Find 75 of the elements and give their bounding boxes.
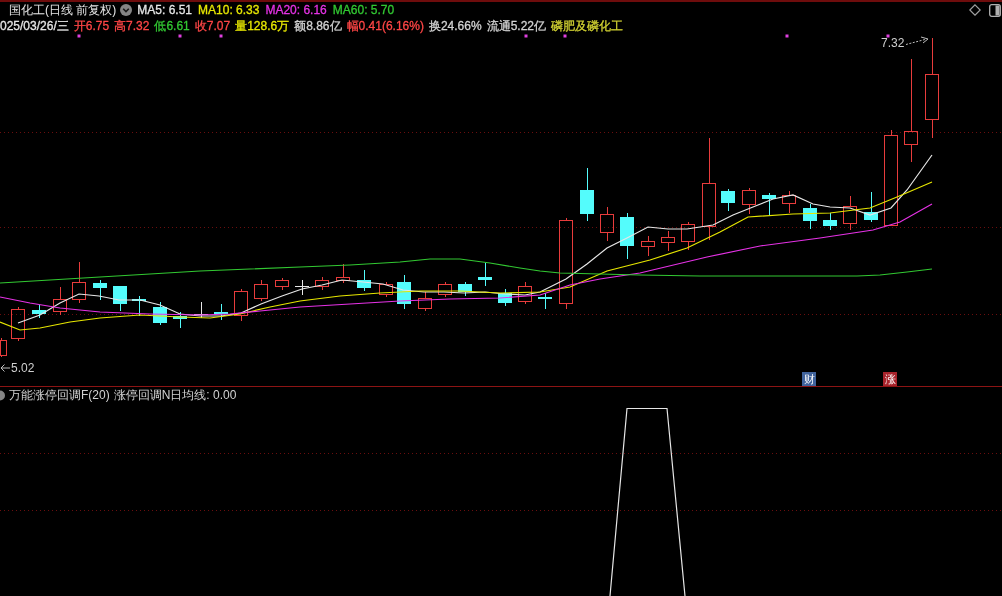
candlestick xyxy=(294,279,310,296)
quote-field: 换24.66% xyxy=(428,18,482,34)
event-marker-icon xyxy=(785,34,789,38)
candlestick xyxy=(93,279,107,301)
candlestick xyxy=(620,212,634,260)
candlestick xyxy=(254,279,268,302)
dropdown-icon[interactable] xyxy=(120,4,133,16)
sidebar-toggle-icon[interactable] xyxy=(989,3,1001,17)
moving-average-value: MA5: 6.51 xyxy=(137,2,193,18)
candlestick xyxy=(580,167,594,222)
candlestick xyxy=(11,306,25,342)
candlestick xyxy=(538,292,552,310)
candlestick xyxy=(214,303,228,321)
candlestick xyxy=(843,195,857,231)
candlestick xyxy=(438,281,452,298)
candlestick xyxy=(234,288,248,322)
candlestick xyxy=(762,192,776,216)
candlestick xyxy=(498,288,512,307)
quote-field: 量128.6万 xyxy=(235,18,290,34)
diamond-icon[interactable] xyxy=(969,4,981,16)
low-price-label: 5.02 xyxy=(11,362,35,375)
candlestick xyxy=(72,261,86,304)
candlestick xyxy=(864,191,878,223)
candlestick xyxy=(661,230,675,252)
candlestick xyxy=(742,187,756,215)
event-badge[interactable]: 涨 xyxy=(883,372,897,386)
candlestick xyxy=(275,277,289,291)
event-marker-icon xyxy=(524,34,528,38)
quote-field: 高7.32 xyxy=(114,18,150,34)
indicator-name: 万能涨停回调F(20) xyxy=(9,387,110,404)
candlestick xyxy=(782,190,796,214)
quote-field: 开6.75 xyxy=(73,18,110,34)
quote-field: 收7.07 xyxy=(194,18,231,34)
dropdown-icon[interactable] xyxy=(0,390,5,401)
moving-average-value: MA10: 6.33 xyxy=(198,2,260,18)
candlestick xyxy=(518,281,532,305)
candlestick xyxy=(823,212,837,231)
candlestick xyxy=(53,286,67,316)
quote-field: 幅0.41(6.16%) xyxy=(346,18,424,34)
candlestick xyxy=(336,263,350,284)
candlestick xyxy=(418,291,432,312)
event-marker-icon xyxy=(77,34,81,38)
candlestick xyxy=(681,221,695,251)
event-marker-icon xyxy=(178,34,182,38)
stock-title: 国化工(日线 前复权) xyxy=(8,2,117,18)
candlestick xyxy=(32,304,46,319)
quote-field: 磷肥及磷化工 xyxy=(551,18,623,34)
candlestick xyxy=(397,274,411,310)
quote-field: 025/03/26/三 xyxy=(0,18,69,34)
candlestick xyxy=(478,262,492,287)
candlestick xyxy=(379,281,393,298)
moving-average-value: MA60: 5.70 xyxy=(332,2,395,18)
event-badge[interactable]: 财 xyxy=(802,372,816,386)
quote-field: 流通5.22亿 xyxy=(486,18,546,34)
candlestick xyxy=(600,206,614,242)
quote-field: 低6.61 xyxy=(154,18,190,34)
candlestick xyxy=(721,188,735,212)
candlestick xyxy=(113,285,127,312)
indicator-reading: 涨停回调N日均线: 0.00 xyxy=(113,387,237,404)
candlestick xyxy=(641,235,655,257)
candlestick xyxy=(458,281,472,297)
quote-field: 额8.86亿 xyxy=(294,18,342,34)
moving-average-value: MA20: 6.16 xyxy=(265,2,327,18)
high-price-label: 7.32 xyxy=(881,37,905,50)
candlestick xyxy=(153,301,167,326)
candlestick xyxy=(315,276,329,291)
candlestick xyxy=(357,269,371,292)
event-marker-icon xyxy=(219,34,223,38)
candlestick xyxy=(0,337,7,358)
arrow-icon xyxy=(905,36,929,45)
candlestick xyxy=(173,311,187,329)
candlestick xyxy=(803,203,817,230)
event-marker-icon xyxy=(886,34,890,38)
event-marker-icon xyxy=(563,34,567,38)
arrow-icon xyxy=(0,364,11,372)
